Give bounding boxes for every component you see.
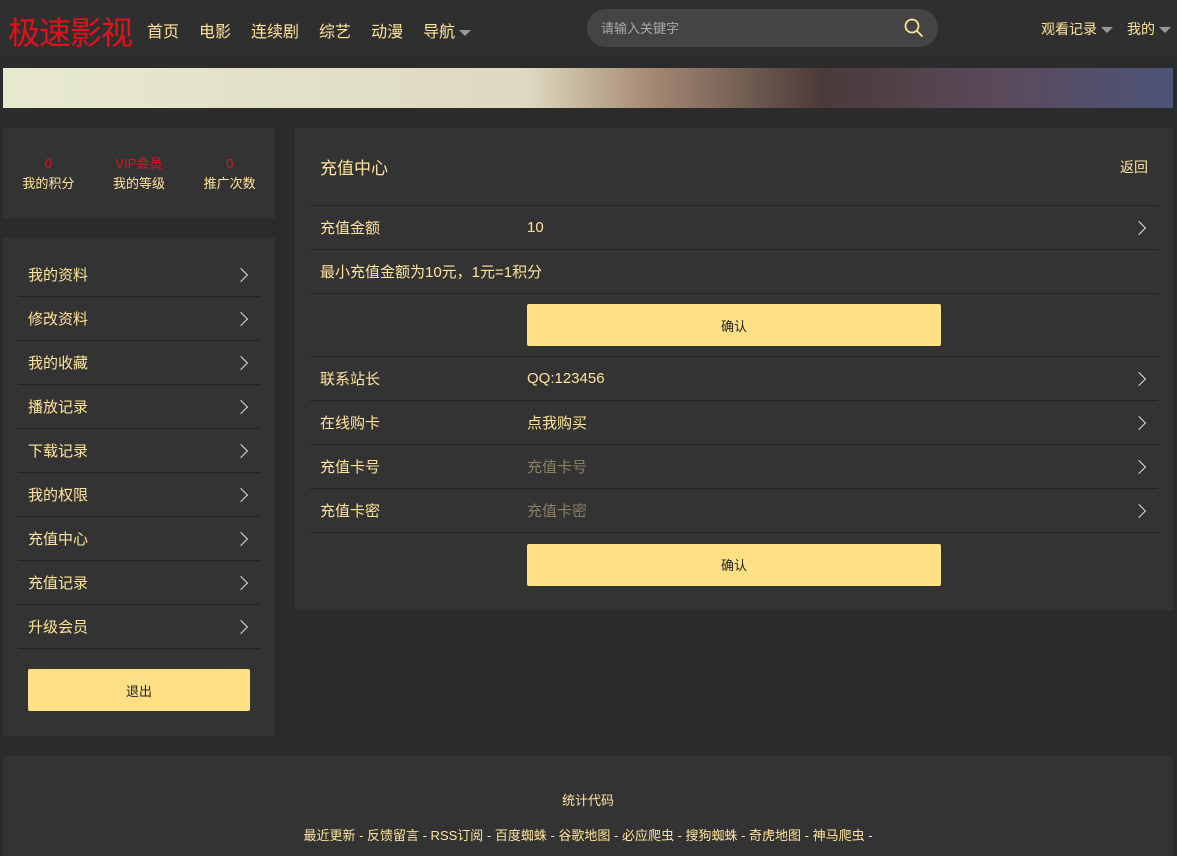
menu-item[interactable]: 修改资料 [18, 297, 260, 341]
chevron-right-icon [233, 531, 249, 546]
chevron-right-icon [1131, 371, 1147, 386]
chevron-right-icon [233, 267, 249, 282]
caret-down-icon [1159, 27, 1171, 34]
recharge-note: 最小充值金额为10元，1元=1积分 [320, 264, 543, 281]
menu-item-label: 我的资料 [28, 267, 89, 284]
my-menu[interactable]: 我的 [1127, 19, 1171, 39]
logo[interactable]: 极速影视 [8, 8, 133, 54]
menu-item[interactable]: 我的资料 [18, 253, 260, 297]
stat-points: 0 我的积分 [3, 154, 94, 218]
menu-item[interactable]: 下载记录 [18, 429, 260, 473]
search-box [587, 9, 938, 47]
amount-label: 充值金额 [320, 220, 381, 237]
menu-item[interactable]: 播放记录 [18, 385, 260, 429]
card-password-input[interactable]: 充值卡密 [527, 500, 1134, 521]
buy-card-row[interactable]: 在线购卡 点我购买 [310, 401, 1158, 445]
nav-series[interactable]: 连续剧 [251, 18, 299, 42]
stat-value: 0 [44, 156, 52, 171]
stat-level: VIP会员我的等级 [94, 154, 185, 218]
card-password-label: 充值卡密 [320, 503, 381, 520]
stat-label: 我的等级 [113, 176, 166, 191]
menu-item-label: 充值记录 [28, 575, 89, 592]
stat-code: 统计代码 [561, 793, 614, 808]
page-title: 充值中心 [320, 159, 388, 178]
contact-label: 联系站长 [320, 371, 381, 388]
confirm-card-button[interactable]: 确认 [527, 543, 941, 586]
chevron-right-icon [233, 399, 249, 414]
stat-label: 推广次数 [203, 176, 256, 191]
chevron-right-icon [233, 443, 249, 458]
amount-value[interactable]: 10 [527, 219, 1134, 236]
watch-history-menu[interactable]: 观看记录 [1041, 19, 1113, 39]
watch-history-label: 观看记录 [1041, 21, 1097, 37]
nav-movie[interactable]: 电影 [199, 18, 231, 42]
stat-value: VIP会员 [115, 156, 163, 171]
chevron-right-icon [233, 355, 249, 370]
card-number-input[interactable]: 充值卡号 [527, 456, 1134, 477]
back-link[interactable]: 返回 [1120, 157, 1148, 177]
caret-down-icon [1101, 27, 1113, 34]
my-menu-label: 我的 [1127, 21, 1155, 37]
logout-button[interactable]: 退出 [28, 669, 250, 711]
search-input[interactable] [601, 20, 904, 36]
banner-image [3, 68, 1173, 108]
recharge-panel: 充值中心 返回 充值金额 10 最小充值金额为10元，1元=1积分 确认 联系站长 Q… [295, 128, 1173, 610]
buy-card-label: 在线购卡 [320, 415, 381, 432]
stat-promotions: 0 推广次数 [184, 154, 275, 218]
nav-variety[interactable]: 综艺 [319, 18, 351, 42]
stat-label: 我的积分 [22, 176, 75, 191]
menu-item-label: 充值中心 [28, 531, 89, 548]
menu-item[interactable]: 升级会员 [18, 605, 260, 649]
stat-value: 0 [226, 156, 234, 171]
menu-item[interactable]: 充值记录 [18, 561, 260, 605]
menu-item-label: 修改资料 [28, 311, 89, 328]
main-nav: 首页 电影 连续剧 综艺 动漫 导航 [147, 18, 472, 42]
chevron-right-icon [233, 619, 249, 634]
contact-row[interactable]: 联系站长 QQ:123456 [310, 357, 1158, 401]
chevron-right-icon [233, 575, 249, 590]
menu-item-label: 我的收藏 [28, 355, 89, 372]
chevron-right-icon [1131, 415, 1147, 430]
menu-item[interactable]: 我的收藏 [18, 341, 260, 385]
chevron-right-icon [233, 311, 249, 326]
header: 极速影视 首页 电影 连续剧 综艺 动漫 导航 观看记录 我的 [0, 0, 1177, 56]
menu-item-label: 升级会员 [28, 619, 89, 636]
card-number-row: 充值卡号 充值卡号 [310, 445, 1158, 489]
nav-guide-label: 导航 [423, 24, 456, 41]
chevron-right-icon [1131, 459, 1147, 474]
menu-item[interactable]: 充值中心 [18, 517, 260, 561]
menu-item-label: 下载记录 [28, 443, 89, 460]
caret-down-icon [459, 29, 472, 36]
menu-item-label: 播放记录 [28, 399, 89, 416]
chevron-right-icon [1131, 503, 1147, 518]
confirm-amount-button[interactable]: 确认 [527, 304, 941, 346]
user-menu: 我的资料修改资料我的收藏播放记录下载记录我的权限充值中心充值记录升级会员退出 [3, 238, 275, 736]
nav-guide[interactable]: 导航 [423, 18, 472, 42]
note-row: 最小充值金额为10元，1元=1积分 [310, 250, 1158, 294]
search-icon[interactable] [904, 18, 924, 38]
nav-anime[interactable]: 动漫 [371, 18, 403, 42]
card-password-row: 充值卡密 充值卡密 [310, 489, 1158, 533]
menu-item-label: 我的权限 [28, 487, 89, 504]
footer: 统计代码 最近更新 - 反馈留言 - RSS订阅 - 百度蜘蛛 - 谷歌地图 -… [3, 756, 1173, 856]
chevron-right-icon [233, 487, 249, 502]
nav-home[interactable]: 首页 [147, 18, 179, 42]
user-stats: 0 我的积分 VIP会员我的等级 0 推广次数 [3, 128, 275, 218]
card-number-label: 充值卡号 [320, 459, 381, 476]
menu-item[interactable]: 我的权限 [18, 473, 260, 517]
chevron-right-icon [1131, 220, 1147, 235]
amount-row[interactable]: 充值金额 10 [310, 206, 1158, 250]
buy-card-link[interactable]: 点我购买 [527, 412, 1134, 433]
footer-links[interactable]: 最近更新 - 反馈留言 - RSS订阅 - 百度蜘蛛 - 谷歌地图 - 必应爬虫… [3, 825, 1173, 844]
contact-value: QQ:123456 [527, 370, 605, 387]
